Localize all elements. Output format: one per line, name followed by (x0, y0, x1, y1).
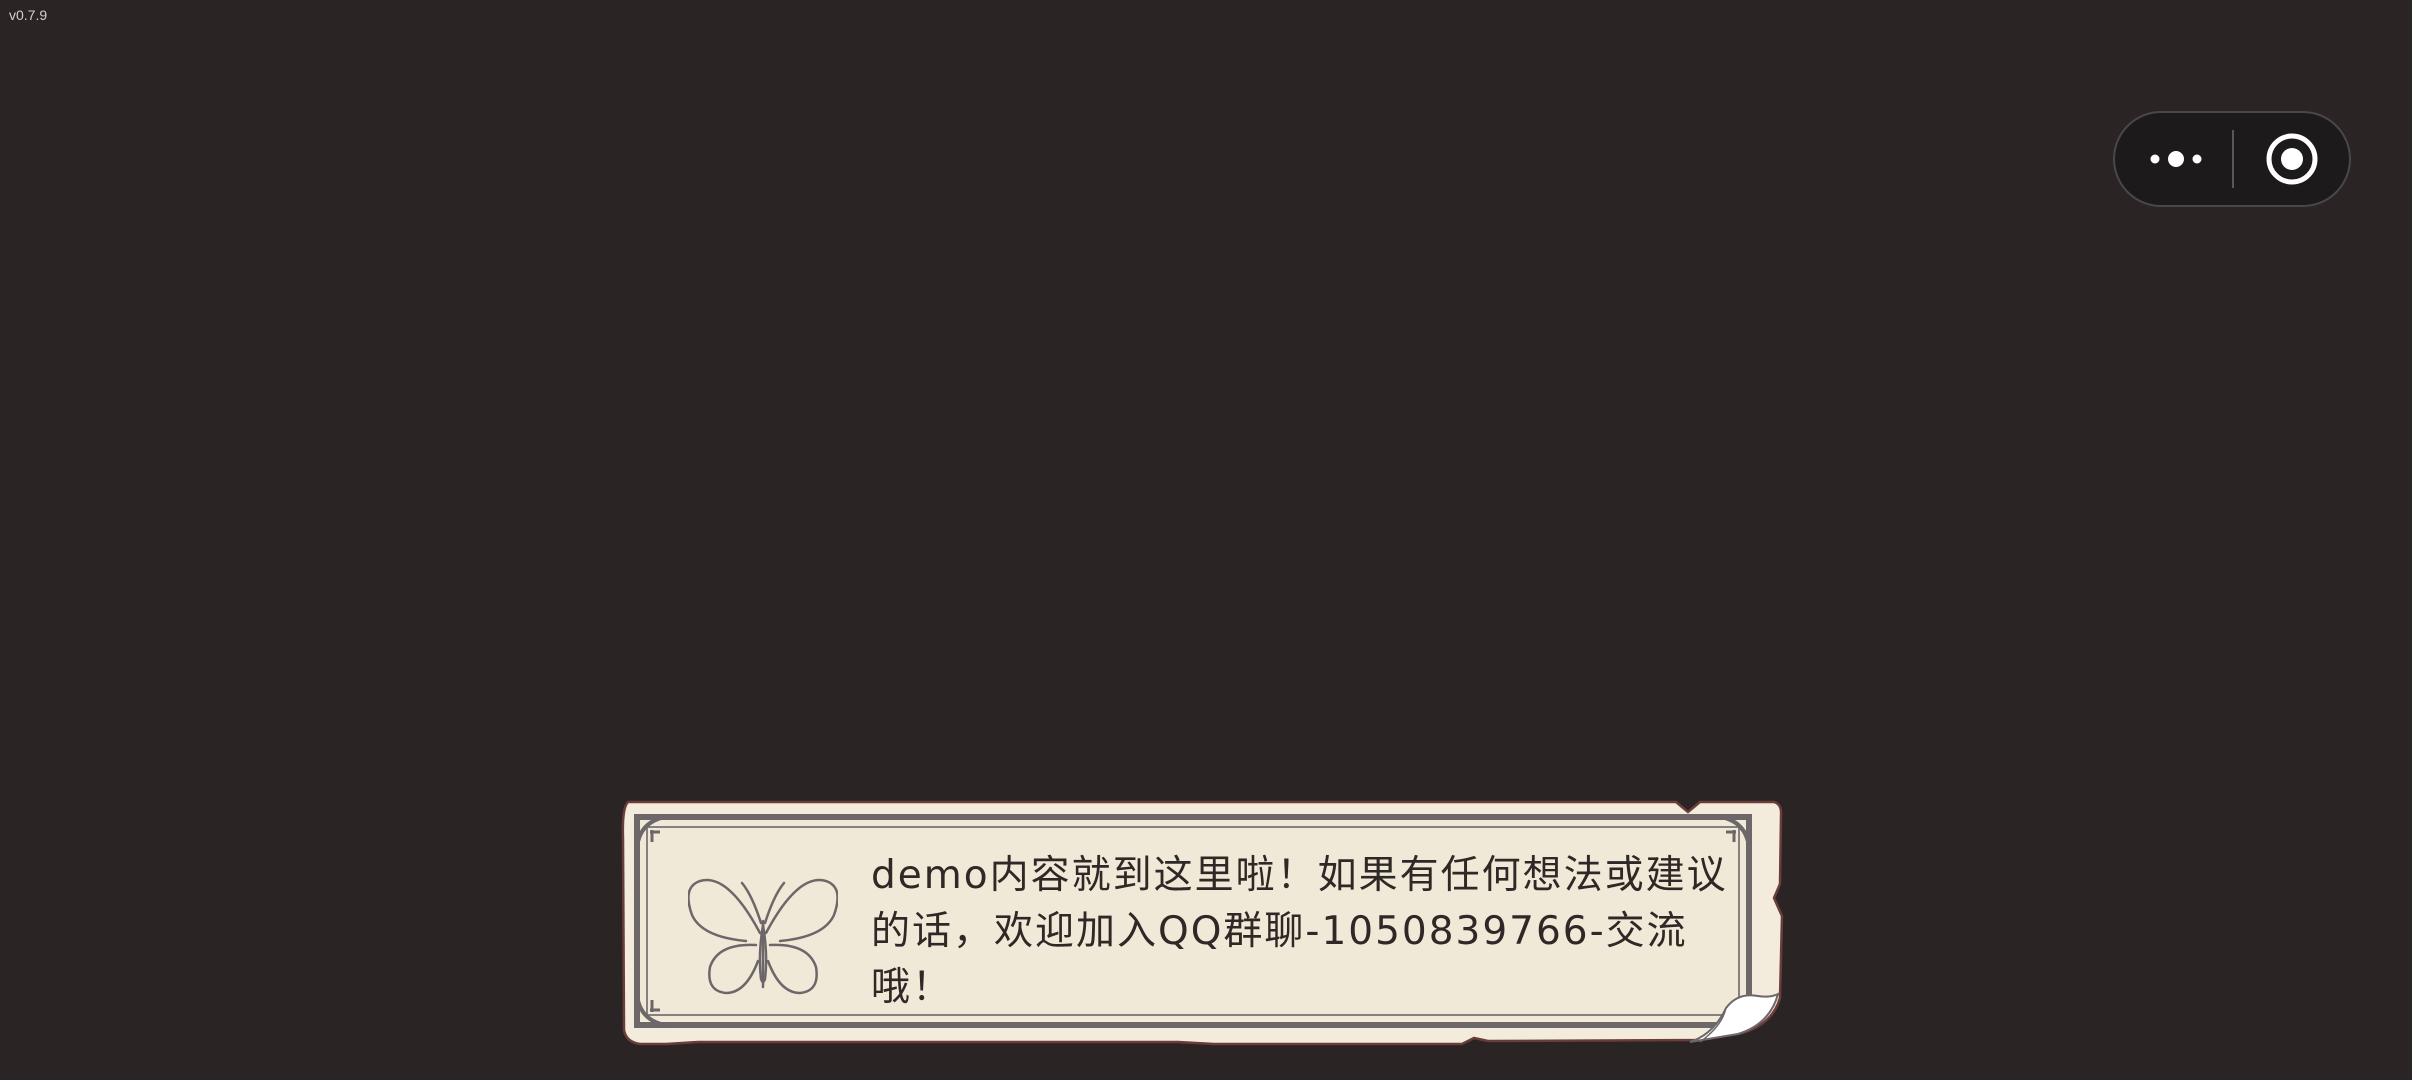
more-menu-button[interactable] (2115, 113, 2233, 205)
version-label: v0.7.9 (9, 7, 48, 23)
miniprogram-capsule (2113, 111, 2351, 207)
close-miniprogram-button[interactable] (2235, 113, 2351, 205)
butterfly-icon (688, 878, 838, 995)
more-dots-icon (2150, 151, 2202, 167)
capsule-divider (2232, 130, 2234, 188)
dialog-message: demo内容就到这里啦！如果有任何想法或建议的话，欢迎加入QQ群聊-105083… (871, 853, 1728, 1010)
dialog-box[interactable]: demo内容就到这里啦！如果有任何想法或建议的话，欢迎加入QQ群聊-105083… (618, 798, 1786, 1048)
game-stage[interactable]: v0.7.9 demo内容就到这里啦！如果有任何想法或建议的话，欢迎加入QQ群聊… (0, 0, 2412, 1080)
target-circle-icon (2266, 133, 2318, 185)
